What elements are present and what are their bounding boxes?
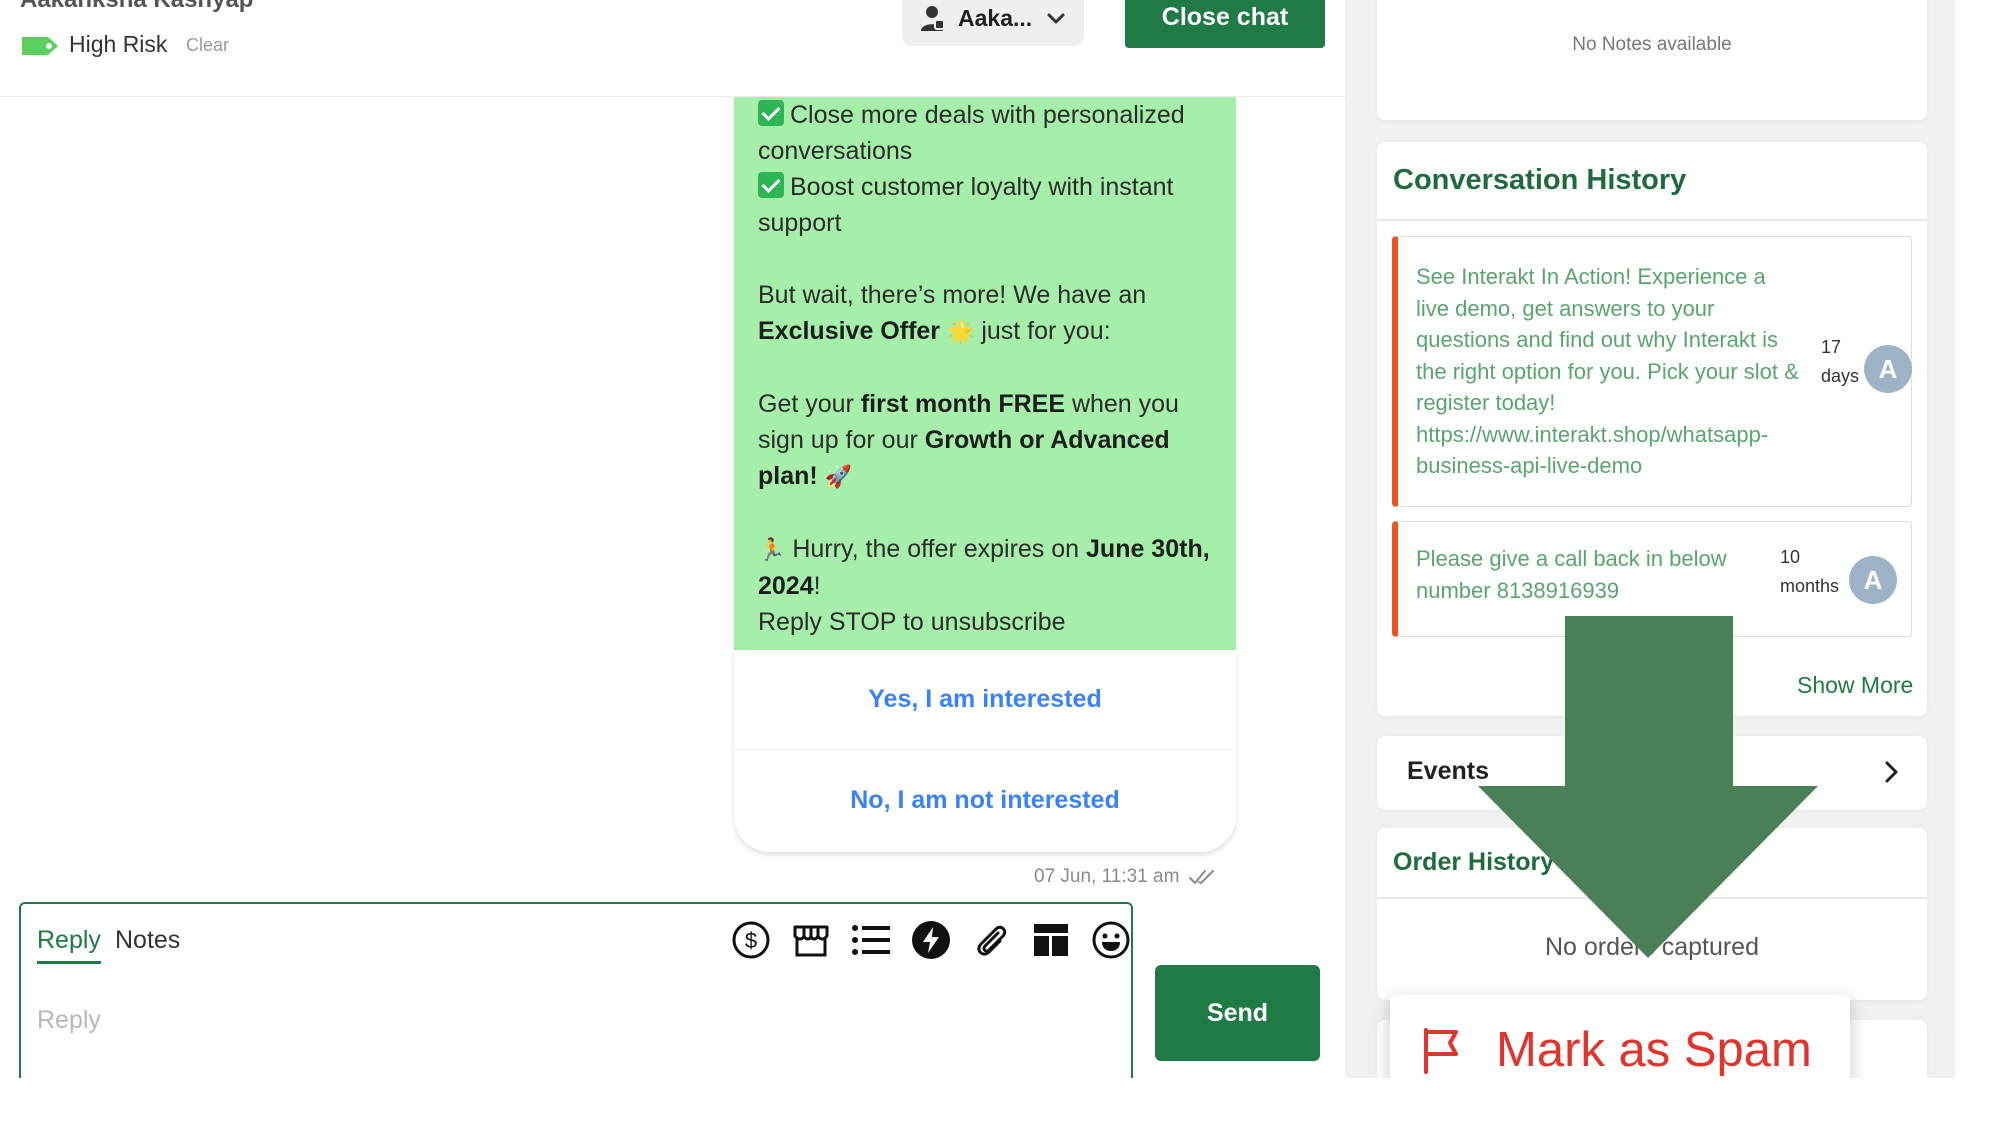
agent-select[interactable]: Aaka...: [902, 0, 1084, 46]
unsubscribe-text: Reply STOP to unsubscribe: [758, 608, 1066, 636]
runner-icon: 🏃: [758, 537, 786, 562]
agent-name: Aaka...: [958, 4, 1033, 31]
yes-interested-button[interactable]: Yes, I am interested: [734, 650, 1236, 750]
divider: [1377, 219, 1927, 221]
notes-card: [1377, 0, 1927, 120]
avatar: A: [1864, 345, 1912, 393]
order-history-title: Order History: [1393, 848, 1555, 876]
offer-text: just for you:: [974, 317, 1111, 345]
avatar: A: [1849, 556, 1897, 604]
time-number: 10: [1780, 547, 1801, 567]
free-month-paragraph: Get your first month FREE when you sign …: [758, 386, 1212, 495]
tab-reply[interactable]: Reply: [37, 926, 101, 964]
no-orders-text: No orders captured: [1544, 933, 1759, 961]
checkbox-icon: [758, 100, 784, 126]
message-bubble: Close more deals with personalized conve…: [734, 97, 1236, 650]
quick-reply-buttons: Yes, I am interested No, I am not intere…: [734, 650, 1236, 852]
smiley-icon[interactable]: [1091, 920, 1131, 960]
offer-bold: Exclusive Offer: [758, 317, 941, 345]
close-chat-button[interactable]: Close chat: [1125, 0, 1325, 48]
history-item[interactable]: See Interakt In Action! Experience a liv…: [1392, 236, 1912, 507]
list-icon[interactable]: [851, 920, 891, 960]
paperclip-icon[interactable]: [971, 920, 1011, 960]
send-button[interactable]: Send: [1155, 965, 1320, 1061]
offer-paragraph: But wait, there’s more! We have an Exclu…: [758, 277, 1212, 350]
free-text: Get your: [758, 390, 861, 418]
svg-text:$: $: [745, 928, 757, 953]
clear-tag-button[interactable]: Clear: [186, 35, 229, 56]
flag-icon: [1424, 1028, 1458, 1074]
benefit-item: Boost customer loyalty with instant supp…: [758, 169, 1212, 241]
history-item-text: See Interakt In Action! Experience a liv…: [1416, 264, 1799, 478]
history-item-time: 17 days: [1821, 333, 1859, 391]
events-label: Events: [1407, 757, 1489, 785]
store-icon[interactable]: [791, 920, 831, 960]
benefit-item: Close more deals with personalized conve…: [758, 97, 1212, 169]
composer-toolbar: $: [731, 920, 1131, 960]
page-bottom: [0, 1078, 1999, 1125]
contact-name: Aakanksha Kashyap: [20, 0, 253, 14]
offer-text: But wait, there’s more! We have an: [758, 281, 1147, 309]
time-number: 17: [1821, 337, 1842, 357]
show-more-link[interactable]: Show More: [1797, 672, 1913, 699]
deadline-text: !: [813, 572, 821, 600]
template-icon[interactable]: [1031, 920, 1071, 960]
benefit-text: Close more deals with personalized conve…: [758, 101, 1185, 165]
agent-icon: [921, 6, 945, 31]
checkbox-icon: [758, 172, 784, 198]
conversation-history-title: Conversation History: [1393, 164, 1687, 196]
chevron-down-icon: [1047, 13, 1065, 24]
free-bold: first month FREE: [860, 390, 1065, 418]
bolt-icon[interactable]: [911, 920, 951, 960]
time-unit: months: [1780, 576, 1840, 596]
time-unit: days: [1821, 366, 1860, 386]
benefit-list: Close more deals with personalized conve…: [758, 97, 1212, 241]
message-timestamp: 07 Jun, 11:31 am: [1034, 866, 1215, 888]
tab-notes[interactable]: Notes: [115, 926, 180, 955]
reply-input[interactable]: [37, 1000, 1107, 1040]
divider: [1377, 897, 1927, 899]
no-notes-text: No Notes available: [1572, 34, 1732, 55]
deadline-paragraph: 🏃 Hurry, the offer expires on June 30th,…: [758, 531, 1212, 640]
deadline-text: Hurry, the offer expires on: [785, 535, 1087, 563]
sparkle-icon: 🌟: [946, 319, 975, 344]
plan-bold: !: [809, 462, 818, 490]
spam-label: Mark as Spam: [1496, 1023, 1812, 1077]
benefit-text: Boost customer loyalty with instant supp…: [758, 173, 1174, 237]
history-item[interactable]: Please give a call back in below number …: [1392, 521, 1912, 637]
chevron-right-icon: [1885, 761, 1898, 783]
not-interested-button[interactable]: No, I am not interested: [734, 750, 1236, 850]
double-check-icon: [1189, 870, 1215, 884]
history-item-text: Please give a call back in below number …: [1416, 546, 1727, 603]
tag-icon: [22, 37, 58, 55]
timestamp-text: 07 Jun, 11:31 am: [1034, 866, 1180, 887]
dollar-icon[interactable]: $: [731, 920, 771, 960]
history-item-time: 10 months: [1780, 543, 1839, 601]
tag-label: High Risk: [69, 31, 168, 57]
rocket-icon: 🚀: [824, 464, 853, 489]
